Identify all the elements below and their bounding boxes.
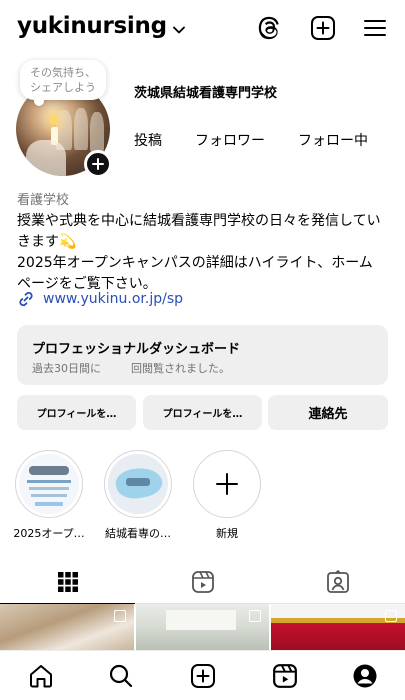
bottom-navigation: [0, 650, 405, 700]
stat-followers[interactable]: フォロワー: [195, 110, 265, 150]
chevron-down-icon: [172, 14, 185, 40]
reels-icon[interactable]: [270, 661, 300, 691]
plus-icon: [216, 473, 238, 495]
reels-icon: [191, 571, 214, 593]
dashboard-title: プロフェッショナルダッシュボード: [32, 342, 241, 357]
profile-tabs: [0, 560, 405, 604]
note-line-2: シェアしよう: [30, 81, 96, 94]
account-switcher[interactable]: yukinursing: [17, 12, 185, 40]
professional-dashboard[interactable]: プロフェッショナルダッシュボード 過去30日間に 回閲覧されました。: [17, 325, 388, 385]
edit-profile-button[interactable]: プロフィールを…: [17, 395, 136, 430]
highlight-label: 新規: [216, 527, 238, 540]
tagged-icon: [326, 570, 349, 593]
stat-followers-count: [195, 110, 265, 130]
contact-button[interactable]: 連絡先: [268, 395, 388, 430]
tab-posts-grid[interactable]: [0, 560, 135, 604]
post-thumbnail[interactable]: [136, 604, 269, 650]
bio-line-3: 2025年オープンキャンパスの詳細はハイライト、ホーム: [17, 255, 373, 271]
dashboard-subtitle: 過去30日間に 回閲覧されました。: [32, 362, 230, 375]
threads-icon[interactable]: [256, 14, 284, 42]
note-line-1: その気持ち、: [30, 66, 96, 79]
home-icon[interactable]: [26, 661, 56, 691]
highlight-school-life[interactable]: 結城看専の…: [90, 450, 186, 541]
bio-line-1: 授業や式典を中心に結城看護専門学校の日々を発信してい: [17, 213, 381, 229]
link-icon: [19, 291, 33, 307]
grid-icon: [57, 571, 78, 592]
carousel-icon: [385, 610, 397, 622]
highlight-cover-image: [108, 454, 168, 514]
create-plus-icon[interactable]: [309, 14, 337, 42]
post-thumbnail[interactable]: [0, 604, 134, 650]
search-icon[interactable]: [106, 661, 136, 691]
post-thumbnail[interactable]: [271, 604, 405, 650]
stat-following[interactable]: フォロー中: [298, 110, 368, 150]
display-name: 茨城県結城看護専門学校: [134, 86, 278, 101]
stat-following-count: [298, 110, 368, 130]
top-bar: yukinursing: [0, 0, 405, 58]
profile-icon[interactable]: [350, 661, 380, 691]
stat-posts[interactable]: 投稿: [134, 110, 162, 150]
highlight-label: 2025オープ…: [13, 527, 85, 540]
stat-posts-label: 投稿: [134, 133, 162, 149]
highlight-new[interactable]: 新規: [179, 450, 275, 541]
profile-category: 看護学校: [17, 193, 70, 208]
highlight-cover-image: [19, 454, 79, 514]
create-icon[interactable]: [188, 661, 218, 691]
stat-followers-label: フォロワー: [195, 133, 265, 149]
username: yukinursing: [17, 13, 167, 39]
share-profile-button[interactable]: プロフィールを…: [143, 395, 262, 430]
highlight-label: 結城看専の…: [105, 527, 171, 540]
note-bubble[interactable]: その気持ち、 シェアしよう: [20, 60, 106, 106]
post-grid: [0, 604, 405, 650]
website-link-text: www.yukinu.or.jp/sp: [43, 291, 184, 307]
carousel-icon: [114, 610, 126, 622]
add-story-plus-icon[interactable]: [84, 150, 112, 178]
tab-tagged[interactable]: [270, 560, 405, 604]
tab-reels[interactable]: [135, 560, 270, 604]
stat-following-label: フォロー中: [298, 133, 368, 149]
stat-posts-count: [134, 110, 162, 130]
highlight-open-campus[interactable]: 2025オープ…: [1, 450, 97, 541]
menu-icon[interactable]: [361, 14, 389, 42]
bio: 看護学校 授業や式典を中心に結城看護専門学校の日々を発信してい きます💫 202…: [17, 190, 389, 295]
carousel-icon: [249, 610, 261, 622]
bio-line-2: きます💫: [17, 234, 77, 250]
website-link[interactable]: www.yukinu.or.jp/sp: [17, 290, 183, 308]
